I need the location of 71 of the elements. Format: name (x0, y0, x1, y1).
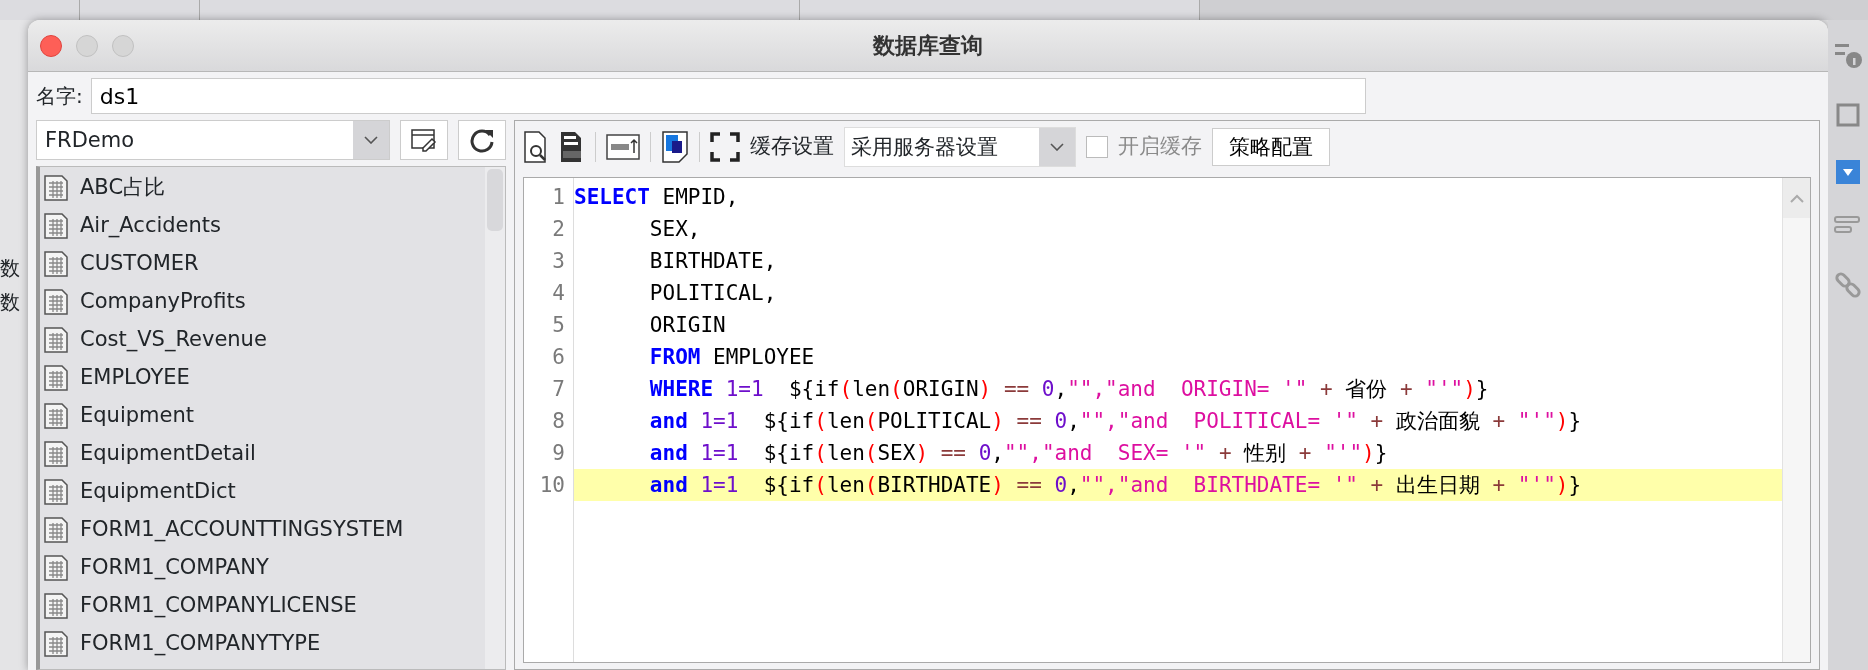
window-title: 数据库查询 (873, 33, 983, 58)
datasource-select[interactable]: FRDemo (36, 120, 390, 160)
line-number: 7 (551, 376, 566, 403)
table-icon (44, 555, 68, 581)
code-line: BIRTHDATE, (648, 248, 778, 275)
line-number: 10 (538, 472, 566, 499)
enable-cache-label: 开启缓存 (1118, 133, 1202, 161)
line-number: 4 (551, 280, 566, 307)
table-name[interactable]: CUSTOMER (80, 248, 199, 280)
line-number: 3 (551, 248, 566, 275)
minimize-button[interactable] (76, 34, 98, 57)
table-name[interactable]: EquipmentDict (80, 476, 236, 508)
line-number: 2 (551, 216, 566, 243)
policy-config-button[interactable]: 策略配置 (1212, 128, 1330, 166)
document-icon[interactable] (661, 131, 689, 163)
table-icon (44, 365, 68, 391)
window-edit-icon (411, 128, 437, 152)
code-line: ORIGIN (648, 312, 727, 339)
background-label: 数 (0, 255, 21, 281)
preview-icon[interactable] (523, 131, 549, 163)
line-number: 9 (551, 440, 566, 467)
line-number: 5 (551, 312, 566, 339)
sql-upload-icon[interactable] (606, 133, 640, 161)
line-number: 6 (551, 344, 566, 371)
table-name[interactable]: FORM1_COMPANY (80, 552, 269, 584)
table-name[interactable]: Air_Accidents (80, 210, 221, 242)
table-name[interactable]: EMPLOYEE (80, 362, 190, 394)
table-icon (44, 327, 68, 353)
line-number: 1 (551, 184, 566, 211)
code-line: FROM EMPLOYEE (648, 344, 816, 371)
code-line: and 1=1 ${if(len(POLITICAL) == 0,"","and POLITICAL= '" + 政治面貌 + "'")} (648, 408, 1583, 435)
code-line: POLITICAL, (648, 280, 778, 307)
link-icon[interactable] (1833, 270, 1863, 300)
line-number: 8 (551, 408, 566, 435)
table-name[interactable]: ABC占比 (80, 172, 166, 204)
refresh-button[interactable] (458, 120, 506, 160)
refresh-icon (469, 127, 495, 153)
name-label: 名字: (36, 83, 83, 110)
table-icon (44, 403, 68, 429)
code-line: and 1=1 ${if(len(SEX) == 0,"","and SEX= '" + 性别 + "'")} (648, 440, 1389, 467)
table-icon (44, 517, 68, 543)
table-icon (44, 441, 68, 467)
table-name[interactable]: FORM1_COMPANYLICENSE (80, 590, 357, 622)
caret-icon (364, 136, 378, 144)
name-field[interactable]: ds1 (90, 78, 1366, 114)
code-line: SEX, (648, 216, 702, 243)
dropdown-icon[interactable] (1836, 160, 1860, 184)
close-button[interactable] (40, 34, 62, 57)
fullscreen-icon[interactable] (710, 132, 740, 162)
code-line: SELECT EMPID, (574, 184, 740, 211)
edit-connection-button[interactable] (400, 120, 448, 160)
table-name[interactable]: Equipment (80, 400, 194, 432)
zoom-button[interactable] (112, 34, 134, 57)
cache-settings-label: 缓存设置 (750, 133, 834, 161)
table-icon (44, 593, 68, 619)
table-icon (44, 631, 68, 657)
table-name[interactable]: CompanyProfits (80, 286, 246, 318)
table-name[interactable]: EquipmentDetail (80, 438, 256, 470)
table-icon (44, 289, 68, 315)
caret-icon (1050, 143, 1064, 151)
table-name[interactable]: Cost_VS_Revenue (80, 324, 267, 356)
table-icon (44, 479, 68, 505)
code-line: WHERE 1=1 ${if(len(ORIGIN) == 0,"","and ORIGIN= '" + 省份 + "'")} (648, 376, 1490, 403)
table-icon (44, 175, 68, 201)
table-name[interactable]: FORM1_ACCOUNTTINGSYSTEM (80, 514, 404, 546)
table-icon (44, 213, 68, 239)
table-name[interactable]: FORM1_COMPANYTYPE (80, 628, 321, 660)
table-icon (44, 251, 68, 277)
cache-select[interactable]: 采用服务器设置 (844, 127, 1076, 167)
scroll-up-icon[interactable] (1789, 193, 1804, 203)
background-label: 数 (0, 289, 21, 315)
